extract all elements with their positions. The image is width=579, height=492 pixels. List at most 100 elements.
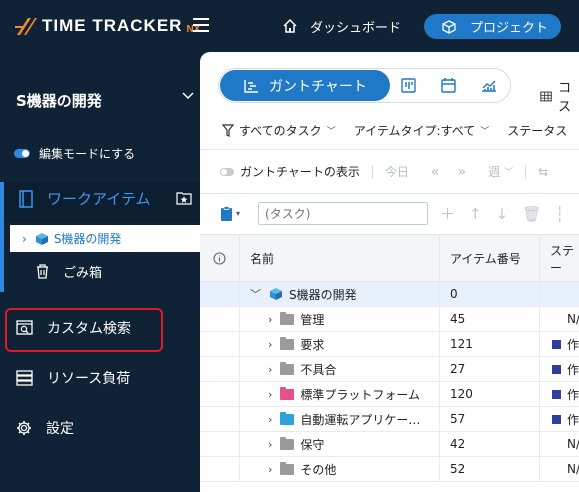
main-panel: ガントチャート コス すべてのタスク ﹀ アイテムタイプ:すべて ﹀ ステータス ガ… xyxy=(200,52,579,492)
filter-status[interactable]: ステータス xyxy=(507,122,567,139)
chevron-right-icon[interactable]: › xyxy=(268,388,272,401)
hamburger-menu-icon[interactable] xyxy=(193,18,209,32)
gantt-label: ガントチャート xyxy=(269,78,367,95)
table-row[interactable]: › その他 52 N/ xyxy=(200,457,579,482)
row-gutter xyxy=(200,382,240,406)
chevron-right-icon[interactable]: › xyxy=(268,438,272,451)
status-color-icon xyxy=(552,414,561,424)
favorite-folder-icon[interactable] xyxy=(176,191,192,205)
dashboard-link[interactable]: ダッシュボード xyxy=(282,14,401,38)
gantt-view-button[interactable]: ガントチャート xyxy=(220,70,390,101)
project-label: プロジェクト xyxy=(470,21,549,36)
edit-mode-toggle[interactable]: 編集モードにする xyxy=(14,145,135,162)
table-row[interactable]: › 不具合 27 作 xyxy=(200,357,579,382)
view-switcher: ガントチャート xyxy=(218,68,511,103)
chevron-right-icon[interactable]: › xyxy=(268,413,272,426)
sidebar-item-custom-search[interactable]: カスタム検索 xyxy=(16,318,131,338)
row-gutter xyxy=(200,307,240,331)
item-number-cell: 27 xyxy=(440,357,540,381)
status-text: 作 xyxy=(567,337,579,352)
divider xyxy=(200,193,579,194)
more-icon[interactable]: ┆ xyxy=(555,205,564,223)
cost-tab[interactable]: コス xyxy=(540,77,579,115)
table-row[interactable]: › 標準プラットフォーム 120 作 xyxy=(200,382,579,407)
name-cell: › 不具合 xyxy=(240,357,440,381)
clipboard-icon[interactable] xyxy=(220,205,233,222)
status-cell: 作 xyxy=(540,382,579,406)
status-color-icon xyxy=(552,389,561,399)
edit-mode-label: 編集モードにする xyxy=(39,147,136,161)
toggle-switch[interactable] xyxy=(14,149,30,158)
resource-icon xyxy=(16,370,33,386)
project-name[interactable]: S機器の開発 xyxy=(16,90,102,111)
chevron-right-icon[interactable]: › xyxy=(268,338,272,351)
table-row[interactable]: › 管理 45 N/ xyxy=(200,307,579,332)
chevron-down-icon[interactable] xyxy=(182,92,194,100)
add-icon[interactable]: ＋ xyxy=(440,203,455,224)
item-number-cell: 120 xyxy=(440,382,540,406)
table-icon xyxy=(540,91,552,101)
tree-item-project[interactable]: › S機器の開発 xyxy=(10,225,200,252)
chevron-right-icon[interactable]: › xyxy=(268,363,272,376)
chevron-right-icon[interactable]: › xyxy=(268,313,272,326)
indent-icon[interactable]: ⇆ xyxy=(538,165,548,179)
chevron-right-icon[interactable]: › xyxy=(22,232,27,246)
info-icon[interactable] xyxy=(200,235,240,282)
folder-icon xyxy=(280,461,295,475)
folder-icon xyxy=(280,361,295,375)
chart-icon[interactable] xyxy=(481,78,497,93)
chevron-down-icon: ﹀ xyxy=(504,168,514,178)
app-logo[interactable]: TIME TRACKER NX xyxy=(14,15,200,37)
column-header-status[interactable]: ステー xyxy=(540,235,579,282)
gantt-controls: ガントチャートの表示 今日 « » 週 ﹀ ⇆ xyxy=(220,163,548,180)
filter-icon xyxy=(222,124,234,137)
project-button[interactable]: プロジェクト xyxy=(424,14,561,39)
row-gutter xyxy=(200,407,240,431)
logo-text: TIME TRACKER xyxy=(42,16,183,35)
delete-icon[interactable]: 🗑 xyxy=(522,205,541,223)
calendar-icon[interactable] xyxy=(441,78,456,93)
gantt-toggle[interactable] xyxy=(220,167,234,176)
status-cell: N/ xyxy=(540,457,579,481)
status-text: 作 xyxy=(567,387,579,402)
item-number-cell: 45 xyxy=(440,307,540,331)
filter-bar: すべてのタスク ﹀ アイテムタイプ:すべて ﹀ ステータス xyxy=(222,122,579,139)
status-text: 作 xyxy=(567,412,579,427)
column-header-name[interactable]: 名前 xyxy=(240,235,440,282)
chevron-down-icon[interactable]: ﹀ xyxy=(250,286,261,302)
table-row[interactable]: › 要求 121 作 xyxy=(200,332,579,357)
table-row[interactable]: › 自動運転アプリケー… 57 作 xyxy=(200,407,579,432)
arrow-down-icon[interactable]: ↓ xyxy=(496,205,509,223)
kanban-icon[interactable] xyxy=(401,78,416,93)
arrow-up-icon[interactable]: ↑ xyxy=(469,205,482,223)
column-header-item-number[interactable]: アイテム番号 xyxy=(440,235,540,282)
sidebar-item-work-items[interactable]: ワークアイテム xyxy=(0,182,200,292)
table-row[interactable]: ﹀ S機器の開発 0 xyxy=(200,282,579,307)
name-cell: › 要求 xyxy=(240,332,440,356)
item-number-cell: 42 xyxy=(440,432,540,456)
double-chevron-right-icon[interactable]: » xyxy=(457,164,466,180)
today-button[interactable]: 今日 xyxy=(385,163,409,180)
week-select[interactable]: 週 xyxy=(488,163,500,180)
trash-label: ごみ箱 xyxy=(63,266,103,281)
status-text: N/ xyxy=(566,437,579,451)
status-cell: N/ xyxy=(540,307,579,331)
sidebar-item-resource-load[interactable]: リソース負荷 xyxy=(16,368,130,388)
top-bar: TIME TRACKER NX ダッシュボード プロジェクト xyxy=(0,0,579,52)
filter-item-type[interactable]: アイテムタイプ:すべて ﹀ xyxy=(354,122,490,139)
chevron-right-icon[interactable]: › xyxy=(268,463,272,476)
filter-all-tasks[interactable]: すべてのタスク ﹀ xyxy=(222,122,336,139)
status-cell: N/ xyxy=(540,432,579,456)
custom-search-label: カスタム検索 xyxy=(47,321,131,337)
tree-item-trash[interactable]: ごみ箱 xyxy=(36,262,102,281)
search-row: ▾ ＋ ↑ ↓ 🗑 ┆ xyxy=(220,202,578,225)
item-number-cell: 121 xyxy=(440,332,540,356)
sidebar-item-settings[interactable]: 設定 xyxy=(16,418,74,438)
table-row[interactable]: › 保守 42 N/ xyxy=(200,432,579,457)
status-cell: 作 xyxy=(540,357,579,381)
double-chevron-left-icon[interactable]: « xyxy=(431,164,440,180)
divider xyxy=(371,164,373,179)
show-gantt-label: ガントチャートの表示 xyxy=(240,165,360,179)
chevron-down-icon[interactable]: ▾ xyxy=(236,209,240,218)
task-search-input[interactable] xyxy=(258,202,429,225)
